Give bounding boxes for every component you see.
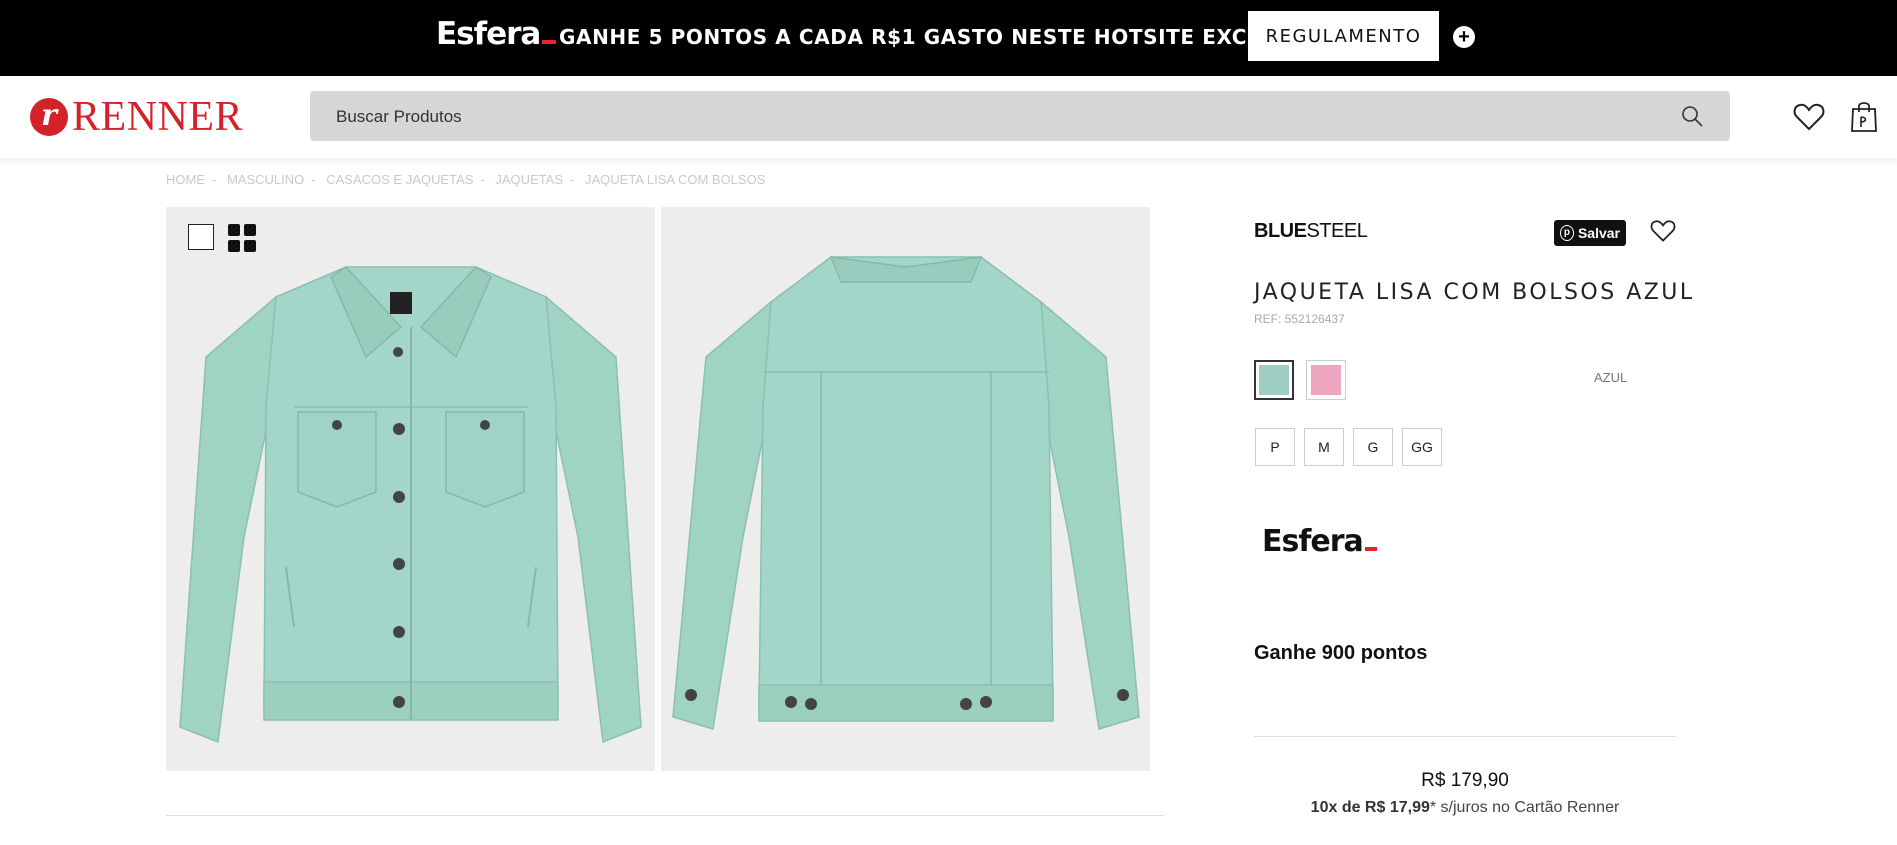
esfera-logo[interactable]: Esfera xyxy=(436,16,557,52)
breadcrumb-home[interactable]: HOME xyxy=(166,172,205,187)
heart-icon[interactable] xyxy=(1793,102,1825,132)
size-option-gg[interactable]: GG xyxy=(1402,428,1442,466)
site-header: r RENNER xyxy=(0,76,1897,158)
breadcrumb-casacos-jaquetas[interactable]: CASACOS E JAQUETAS xyxy=(326,172,473,187)
plus-circle-icon[interactable]: + xyxy=(1453,26,1475,48)
product-title: JAQUETA LISA COM BOLSOS AZUL xyxy=(1254,280,1695,305)
gallery-divider xyxy=(166,815,1164,816)
color-swatch-fill xyxy=(1311,365,1341,395)
info-divider xyxy=(1254,736,1676,737)
color-swatch-azul[interactable] xyxy=(1254,360,1294,400)
loyalty-points: Ganhe 900 pontos xyxy=(1254,642,1428,664)
pinterest-icon: p xyxy=(1560,225,1574,241)
search-bar xyxy=(310,91,1730,141)
promo-bar: Esfera GANHE 5 PONTOS A CADA R$1 GASTO N… xyxy=(0,0,1897,76)
color-swatch-rosa[interactable] xyxy=(1306,360,1346,400)
pinterest-save-label: Salvar xyxy=(1577,225,1620,241)
product-price: R$ 179,90 xyxy=(1421,770,1509,791)
breadcrumb: HOME - MASCULINO - CASACOS E JAQUETAS - JAQ… xyxy=(166,172,766,187)
product-image-back[interactable] xyxy=(661,207,1150,771)
favorite-heart-icon[interactable] xyxy=(1650,219,1676,243)
shopping-bag-icon[interactable] xyxy=(1850,100,1878,132)
breadcrumb-masculino[interactable]: MASCULINO xyxy=(227,172,304,187)
promo-message: GANHE 5 PONTOS A CADA R$1 GASTO NESTE HO… xyxy=(559,25,1333,49)
single-view-icon[interactable] xyxy=(188,224,214,250)
esfera-loyalty-logo: Esfera xyxy=(1262,524,1377,559)
installments-info: 10x de R$ 17,99* s/juros no Cartão Renne… xyxy=(1310,799,1620,816)
grid-view-icon[interactable] xyxy=(228,224,256,252)
brand-logo[interactable]: BLUESTEEL xyxy=(1254,220,1368,243)
regulamento-button[interactable]: REGULAMENTO xyxy=(1248,11,1439,61)
breadcrumb-current: JAQUETA LISA COM BOLSOS xyxy=(584,172,766,187)
search-icon[interactable] xyxy=(1680,104,1704,128)
product-gallery xyxy=(166,207,1150,771)
color-swatch-fill xyxy=(1259,365,1289,395)
search-input[interactable] xyxy=(334,104,1638,130)
renner-logo-text: RENNER xyxy=(72,94,243,140)
size-option-p[interactable]: P xyxy=(1255,428,1295,466)
renner-logo-mark: r xyxy=(30,98,68,136)
size-option-m[interactable]: M xyxy=(1304,428,1344,466)
breadcrumb-jaquetas[interactable]: JAQUETAS xyxy=(495,172,563,187)
renner-logo[interactable]: r RENNER xyxy=(30,96,243,138)
selected-color-name: AZUL xyxy=(1594,370,1628,385)
product-image-front[interactable] xyxy=(166,207,655,771)
pinterest-save-button[interactable]: p Salvar xyxy=(1554,220,1626,246)
jacket-front-illustration xyxy=(166,207,655,771)
jacket-back-illustration xyxy=(661,207,1150,771)
product-ref: REF: 552126437 xyxy=(1254,312,1345,326)
size-option-g[interactable]: G xyxy=(1353,428,1393,466)
